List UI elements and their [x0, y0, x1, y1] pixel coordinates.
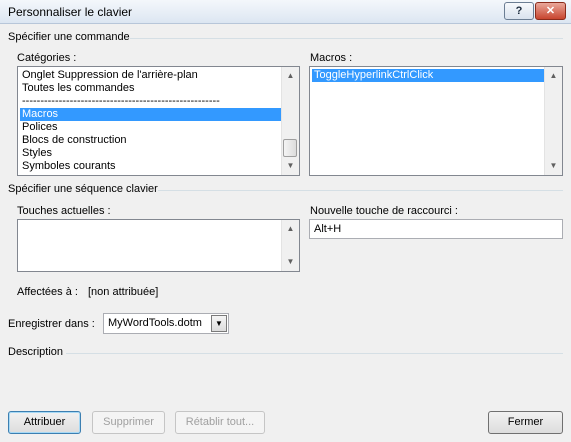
new-shortcut-label: Nouvelle touche de raccourci : [310, 205, 458, 217]
scroll-up-icon[interactable]: ▲ [282, 221, 299, 237]
categories-label: Catégories : [17, 52, 77, 64]
save-in-label: Enregistrer dans : [8, 318, 95, 330]
close-button[interactable]: Fermer [488, 411, 563, 434]
macros-listbox[interactable]: ToggleHyperlinkCtrlClick ▲ ▼ [309, 66, 563, 176]
assign-button[interactable]: Attribuer [8, 411, 81, 434]
save-in-value: MyWordTools.dotm [108, 317, 202, 329]
section-divider [66, 353, 563, 354]
scroll-down-icon[interactable]: ▼ [545, 158, 562, 174]
categories-scrollbar[interactable]: ▲ ▼ [281, 67, 299, 175]
chevron-down-icon[interactable]: ▼ [211, 315, 227, 332]
list-item-selected[interactable]: Macros [20, 108, 281, 121]
list-item[interactable]: Styles [20, 147, 281, 160]
help-button[interactable]: ? [504, 2, 534, 20]
description-label: Description [8, 346, 64, 358]
section-specify-command: Spécifier une commande [8, 31, 130, 43]
scroll-up-icon[interactable]: ▲ [545, 68, 562, 84]
assigned-to-value: [non attribuée] [88, 286, 159, 298]
list-item-selected[interactable]: ToggleHyperlinkCtrlClick [312, 69, 544, 82]
scroll-down-icon[interactable]: ▼ [282, 158, 299, 174]
close-window-button[interactable]: ✕ [535, 2, 566, 20]
list-item[interactable]: Polices [20, 121, 281, 134]
scroll-thumb[interactable] [283, 139, 297, 157]
scroll-down-icon[interactable]: ▼ [282, 254, 299, 270]
remove-button[interactable]: Supprimer [92, 411, 165, 434]
macros-scrollbar[interactable]: ▲ ▼ [544, 67, 562, 175]
current-keys-listbox[interactable]: ▲ ▼ [17, 219, 300, 272]
section-divider [130, 38, 563, 39]
reset-all-button[interactable]: Rétablir tout... [175, 411, 265, 434]
list-item[interactable]: Toutes les commandes [20, 82, 281, 95]
assigned-to-label: Affectées à : [17, 286, 78, 298]
section-specify-key-sequence: Spécifier une séquence clavier [8, 183, 158, 195]
macros-label: Macros : [310, 52, 353, 64]
save-in-dropdown[interactable]: MyWordTools.dotm ▼ [103, 313, 229, 334]
categories-listbox[interactable]: Onglet Suppression de l'arrière-plan Tou… [17, 66, 300, 176]
list-item[interactable]: Blocs de construction [20, 134, 281, 147]
section-divider [158, 190, 563, 191]
current-keys-label: Touches actuelles : [17, 205, 111, 217]
window-title: Personnaliser le clavier [8, 5, 133, 19]
new-shortcut-input[interactable]: Alt+H [309, 219, 563, 239]
current-keys-scrollbar[interactable]: ▲ ▼ [281, 220, 299, 271]
list-item[interactable]: Onglet Suppression de l'arrière-plan [20, 69, 281, 82]
list-item[interactable]: Symboles courants [20, 160, 281, 173]
list-item-separator: ----------------------------------------… [22, 95, 220, 107]
scroll-up-icon[interactable]: ▲ [282, 68, 299, 84]
